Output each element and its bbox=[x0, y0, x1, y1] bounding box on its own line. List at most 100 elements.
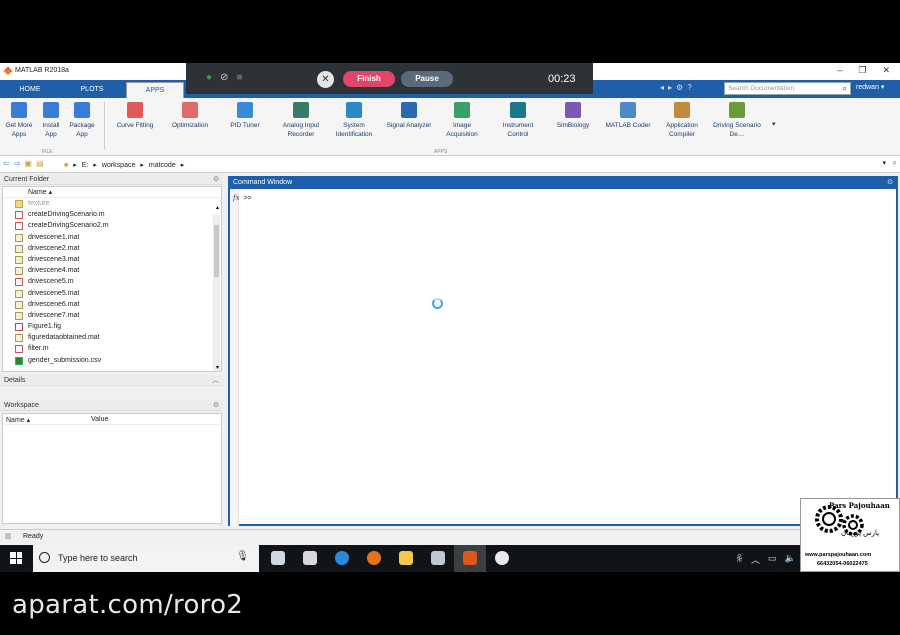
gallery-expand-icon[interactable]: ▾ bbox=[772, 120, 776, 128]
app-button-0[interactable]: Curve Fitting bbox=[112, 102, 158, 130]
close-button[interactable]: ✕ bbox=[882, 65, 890, 76]
file-row[interactable]: drivescene2.mat bbox=[3, 243, 221, 254]
file-row[interactable]: gender_submission.csv bbox=[3, 355, 221, 366]
command-gutter bbox=[230, 189, 239, 526]
path-field[interactable]: ■ ▸ E: ▸ workspace ▸ matcode ▸ bbox=[64, 159, 879, 171]
scroll-down-icon[interactable]: ▾ bbox=[216, 364, 219, 371]
scroll-thumb[interactable] bbox=[214, 225, 219, 277]
pause-button[interactable]: Pause bbox=[401, 71, 453, 87]
taskbar-app-task-view[interactable] bbox=[262, 545, 294, 572]
ws-value-column[interactable]: Value bbox=[91, 416, 108, 423]
scroll-up-icon[interactable]: ▴ bbox=[216, 204, 219, 211]
taskbar-app-cloud-app[interactable] bbox=[294, 545, 326, 572]
app-label: Signal Analyzer bbox=[386, 122, 432, 129]
browse-folder-icon[interactable]: ▤ bbox=[36, 159, 44, 168]
forward-icon[interactable]: ▸ bbox=[668, 83, 672, 92]
path-folder-matcode[interactable]: matcode bbox=[149, 162, 176, 169]
taskbar-app-matlab[interactable] bbox=[454, 545, 486, 572]
app-button-6[interactable]: Image Acquisition bbox=[438, 102, 486, 139]
file-row[interactable]: drivescene4.mat bbox=[3, 265, 221, 276]
file-row[interactable]: filter.m bbox=[3, 343, 221, 354]
back-icon[interactable]: ◂ bbox=[660, 83, 664, 92]
network-icon[interactable]: ▭ bbox=[768, 553, 777, 566]
taskbar-search[interactable]: Type here to search 🎙 bbox=[33, 545, 259, 572]
command-prompt[interactable]: fx >> bbox=[233, 194, 252, 202]
file-row[interactable]: drivescene5.m bbox=[3, 276, 221, 287]
settings-icon[interactable]: ⚙ bbox=[676, 83, 683, 92]
app-button-9[interactable]: MATLAB Coder bbox=[600, 102, 656, 130]
app-button-7[interactable]: Instrument Control bbox=[494, 102, 542, 139]
file-row[interactable]: texture bbox=[3, 198, 221, 209]
tab-apps[interactable]: APPS bbox=[126, 82, 184, 98]
app-icon bbox=[401, 102, 417, 118]
app-button-1[interactable]: Optimization bbox=[164, 102, 216, 130]
app-label: SimBiology bbox=[556, 122, 590, 129]
tab-home[interactable]: HOME bbox=[4, 82, 56, 98]
file-row[interactable]: drivescene3.mat bbox=[3, 254, 221, 265]
webcam-off-icon[interactable]: ⊘ bbox=[220, 72, 228, 83]
file-row[interactable]: figuredataobtained.mat bbox=[3, 332, 221, 343]
fx-icon[interactable]: fx bbox=[233, 194, 240, 202]
path-drive[interactable]: E: bbox=[82, 162, 89, 169]
command-window[interactable]: Command Window ⊙ fx >> bbox=[228, 176, 898, 526]
mic-icon[interactable]: ● bbox=[206, 72, 212, 83]
ribbon-divider bbox=[104, 102, 105, 150]
file-row[interactable]: createDrivingScenario2.m bbox=[3, 220, 221, 231]
path-folder-workspace[interactable]: workspace bbox=[102, 162, 135, 169]
up-folder-icon[interactable]: ▣ bbox=[24, 159, 32, 168]
panel-actions-icon[interactable]: ⊙ bbox=[887, 178, 893, 188]
file-row[interactable]: drivescene6.mat bbox=[3, 299, 221, 310]
app-icon bbox=[293, 102, 309, 118]
name-column-header[interactable]: Name ▴ bbox=[3, 187, 221, 198]
close-recorder-button[interactable]: ✕ bbox=[317, 71, 334, 88]
app-button-5[interactable]: Signal Analyzer bbox=[382, 102, 436, 130]
path-dropdown-icon[interactable]: ▾ bbox=[882, 159, 886, 167]
help-icon[interactable]: ? bbox=[687, 83, 691, 92]
tab-plots[interactable]: PLOTS bbox=[62, 82, 122, 98]
folder-search-icon[interactable]: ⌕ bbox=[893, 158, 897, 168]
finish-button[interactable]: Finish bbox=[343, 71, 395, 87]
file-row[interactable]: Figure1.fig bbox=[3, 321, 221, 332]
app-button-8[interactable]: SimBiology bbox=[548, 102, 598, 130]
chevron-up-icon[interactable]: ︿ bbox=[212, 375, 219, 386]
file-row[interactable]: createDrivingScenario.m bbox=[3, 209, 221, 220]
file-list-scrollbar[interactable] bbox=[213, 215, 220, 371]
people-icon[interactable]: ꆜ bbox=[736, 553, 743, 566]
mat-file-icon bbox=[15, 300, 23, 309]
minimize-button[interactable]: – bbox=[837, 65, 842, 76]
panel-actions-icon[interactable]: ⊙ bbox=[213, 174, 219, 185]
app-button-4[interactable]: System Identification bbox=[330, 102, 378, 139]
package-app-button[interactable]: Package App bbox=[66, 102, 98, 139]
back-arrow-icon[interactable]: ⇦ bbox=[3, 159, 10, 168]
app-button-10[interactable]: Application Compiler bbox=[656, 102, 708, 139]
microphone-icon[interactable]: 🎙 bbox=[236, 551, 249, 562]
tray-chevron-icon[interactable]: ︿ bbox=[751, 553, 760, 566]
install-app-button[interactable]: Install App bbox=[38, 102, 64, 139]
taskbar-app-firefox[interactable] bbox=[358, 545, 390, 572]
taskbar-app-edge[interactable] bbox=[326, 545, 358, 572]
search-icon[interactable]: ⌕ bbox=[843, 84, 847, 94]
taskbar-app-mail[interactable] bbox=[422, 545, 454, 572]
get-more-apps-button[interactable]: Get More Apps bbox=[3, 102, 35, 139]
csv-file-icon bbox=[15, 356, 23, 365]
workspace-header: Workspace ⊙ bbox=[0, 400, 223, 411]
file-row[interactable]: drivescene1.mat bbox=[3, 232, 221, 243]
file-row[interactable]: drivescene5.mat bbox=[3, 288, 221, 299]
app-button-3[interactable]: Analog Input Recorder bbox=[274, 102, 328, 139]
ws-name-column[interactable]: Name ▴ bbox=[6, 416, 30, 424]
taskbar-app-file-explorer[interactable] bbox=[390, 545, 422, 572]
user-menu[interactable]: redwan ▾ bbox=[856, 83, 884, 91]
system-tray: ꆜ ︿ ▭ 🔈 bbox=[736, 553, 796, 566]
windows-start-icon[interactable] bbox=[10, 552, 22, 564]
search-documentation-input[interactable]: Search Documentation ⌕ bbox=[724, 82, 851, 95]
stop-square-icon[interactable]: ■ bbox=[236, 72, 242, 83]
app-button-11[interactable]: Driving Scenario De… bbox=[712, 102, 762, 139]
taskbar-app-onedrive[interactable] bbox=[486, 545, 518, 572]
details-header[interactable]: Details ︿ bbox=[0, 375, 223, 386]
panel-actions-icon[interactable]: ⊙ bbox=[213, 400, 219, 411]
forward-arrow-icon[interactable]: ⇨ bbox=[14, 159, 21, 168]
volume-icon[interactable]: 🔈 bbox=[785, 553, 796, 566]
file-row[interactable]: drivescene7.mat bbox=[3, 310, 221, 321]
app-button-2[interactable]: PID Tuner bbox=[220, 102, 270, 130]
maximize-button[interactable]: ❐ bbox=[858, 65, 866, 76]
